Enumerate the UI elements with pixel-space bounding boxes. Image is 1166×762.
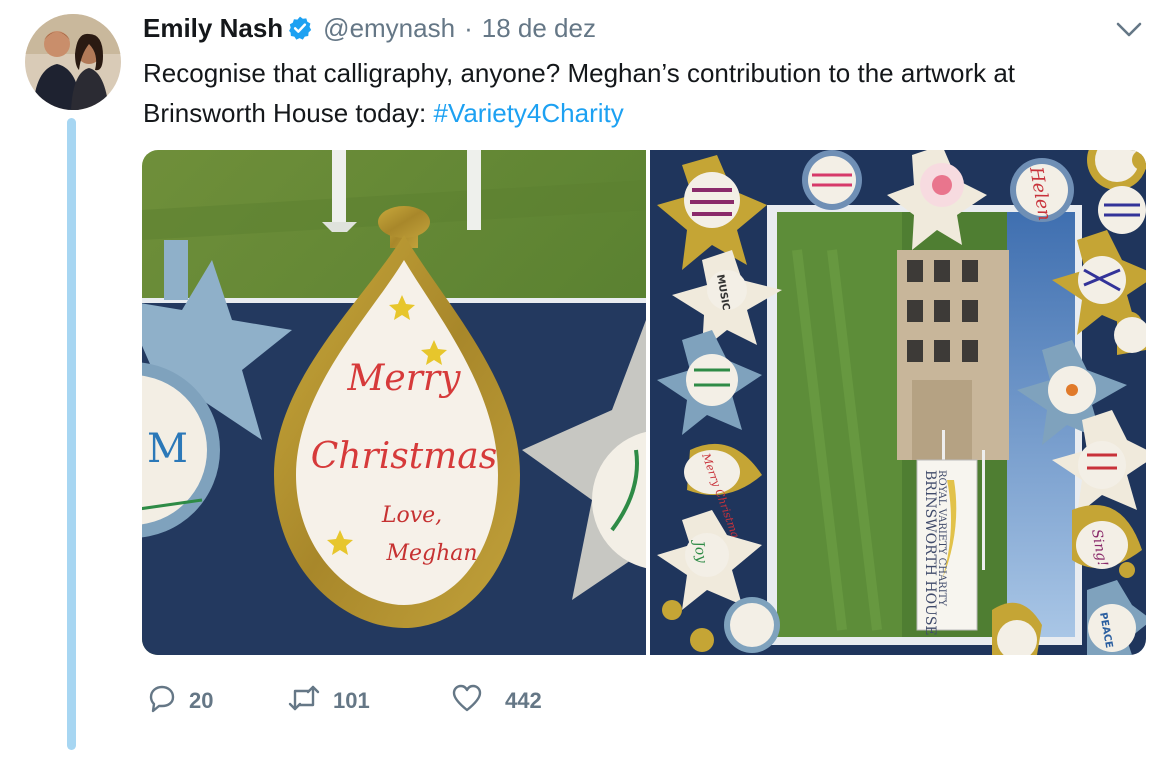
ornament-christmas-text: Christmas — [311, 436, 497, 477]
ornament-signature-text: Meghan — [385, 541, 477, 566]
verified-badge-icon — [287, 15, 313, 41]
tweet-actions: 20 101 442 — [147, 683, 542, 718]
author-name[interactable]: Emily Nash — [143, 13, 283, 44]
reply-button[interactable]: 20 — [147, 683, 287, 718]
hashtag-link[interactable]: #Variety4Charity — [433, 98, 623, 128]
tweet-text: Recognise that calligraphy, anyone? Megh… — [143, 53, 1143, 133]
media-photo-right[interactable]: ROYAL VARIETY CHARITY BRINSWORTH HOUSE H… — [650, 150, 1146, 655]
retweet-count: 101 — [333, 687, 370, 713]
ornament-merry-text: Merry — [347, 358, 462, 399]
thread-line — [67, 118, 76, 750]
like-count: 442 — [505, 687, 542, 713]
header-separator: · — [464, 12, 473, 43]
avatar-photo — [25, 14, 121, 110]
like-button[interactable]: 442 — [451, 683, 542, 718]
author-handle[interactable]: @emynash — [323, 13, 455, 44]
reply-icon — [147, 683, 177, 718]
side-ornament-letter: M — [147, 426, 188, 472]
reply-count: 20 — [189, 687, 214, 713]
heart-icon — [451, 683, 483, 718]
media-grid: M Merry Christmas Love, Meghan ROYAL VAR… — [142, 150, 1146, 655]
chevron-down-icon[interactable] — [1114, 18, 1144, 40]
sign-line-2: BRINSWORTH HOUSE — [922, 470, 938, 636]
tweet-header: Emily Nash @emynash · 18 de dez — [143, 11, 596, 45]
tweet-date[interactable]: 18 de dez — [482, 13, 596, 44]
ornament-love-text: Love, — [381, 503, 442, 528]
avatar[interactable] — [25, 14, 121, 110]
media-photo-left[interactable]: M Merry Christmas Love, Meghan — [142, 150, 732, 655]
retweet-button[interactable]: 101 — [287, 683, 451, 718]
retweet-icon — [287, 683, 321, 718]
